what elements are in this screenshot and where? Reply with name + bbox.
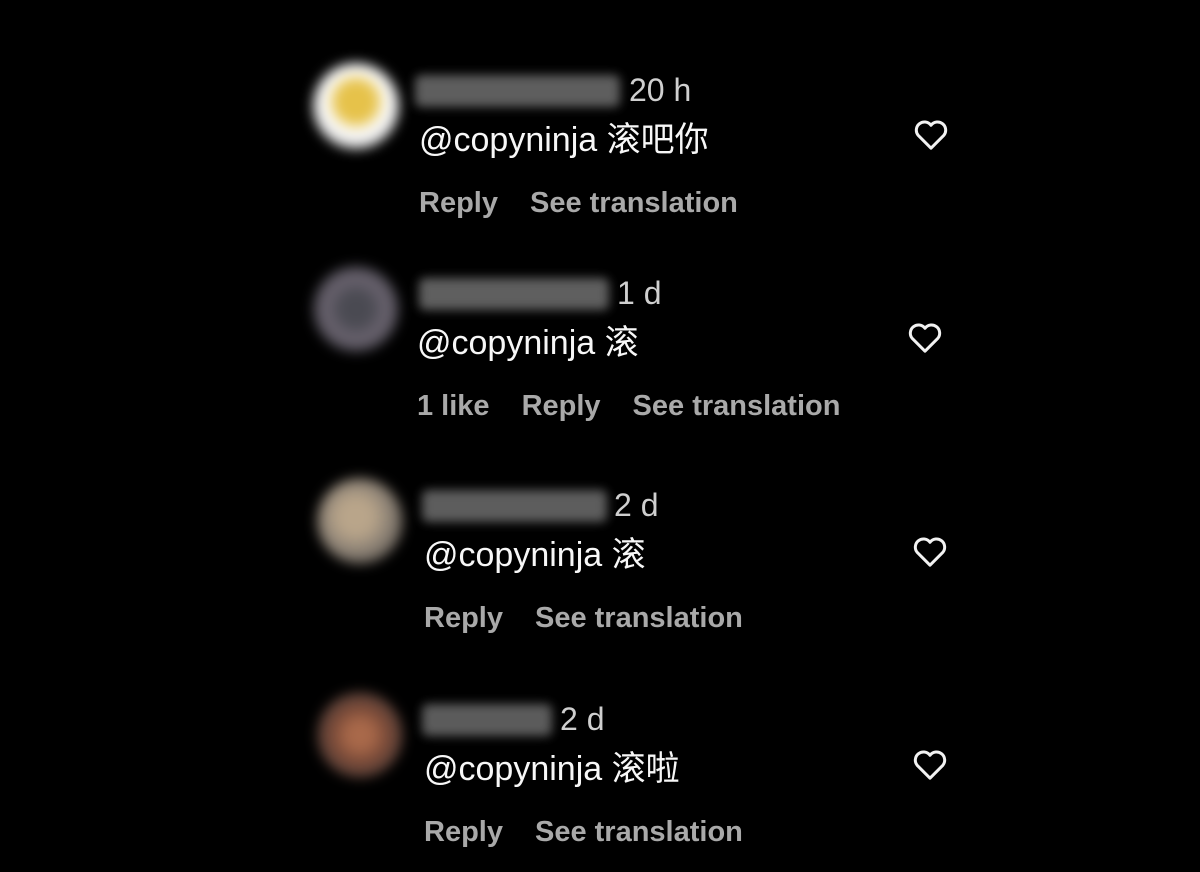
comment-actions: Reply See translation	[424, 814, 743, 850]
see-translation-button[interactable]: See translation	[633, 388, 841, 424]
comment-text: @copyninja 滚吧你	[419, 121, 709, 159]
username-blurred[interactable]	[422, 490, 607, 522]
avatar[interactable]	[317, 692, 403, 778]
comment-text: @copyninja 滚	[417, 324, 639, 362]
comment-text: @copyninja 滚	[424, 536, 646, 574]
comment-timestamp: 20 h	[629, 72, 692, 108]
see-translation-button[interactable]: See translation	[535, 814, 743, 850]
see-translation-button[interactable]: See translation	[530, 185, 738, 221]
heart-outline-icon[interactable]	[910, 531, 950, 571]
comment-timestamp: 2 d	[614, 487, 659, 523]
heart-outline-icon[interactable]	[911, 114, 951, 154]
username-blurred[interactable]	[415, 75, 620, 107]
comment-timestamp: 1 d	[617, 275, 662, 311]
heart-outline-icon[interactable]	[905, 317, 945, 357]
comment-text: @copyninja 滚啦	[424, 750, 680, 788]
avatar[interactable]	[313, 266, 399, 352]
comment-timestamp: 2 d	[560, 701, 605, 737]
username-blurred[interactable]	[419, 278, 609, 310]
reply-button[interactable]: Reply	[424, 600, 503, 636]
reply-button[interactable]: Reply	[522, 388, 601, 424]
reply-button[interactable]: Reply	[419, 185, 498, 221]
comment-actions: 1 like Reply See translation	[417, 388, 840, 424]
comment-actions: Reply See translation	[424, 600, 743, 636]
avatar[interactable]	[313, 63, 399, 149]
avatar[interactable]	[317, 478, 403, 564]
heart-outline-icon[interactable]	[910, 744, 950, 784]
likes-count[interactable]: 1 like	[417, 388, 490, 424]
reply-button[interactable]: Reply	[424, 814, 503, 850]
comment-actions: Reply See translation	[419, 185, 738, 221]
see-translation-button[interactable]: See translation	[535, 600, 743, 636]
comment-item: 20 h @copyninja 滚吧你 Reply See translatio…	[313, 63, 1013, 243]
username-blurred[interactable]	[422, 704, 552, 736]
